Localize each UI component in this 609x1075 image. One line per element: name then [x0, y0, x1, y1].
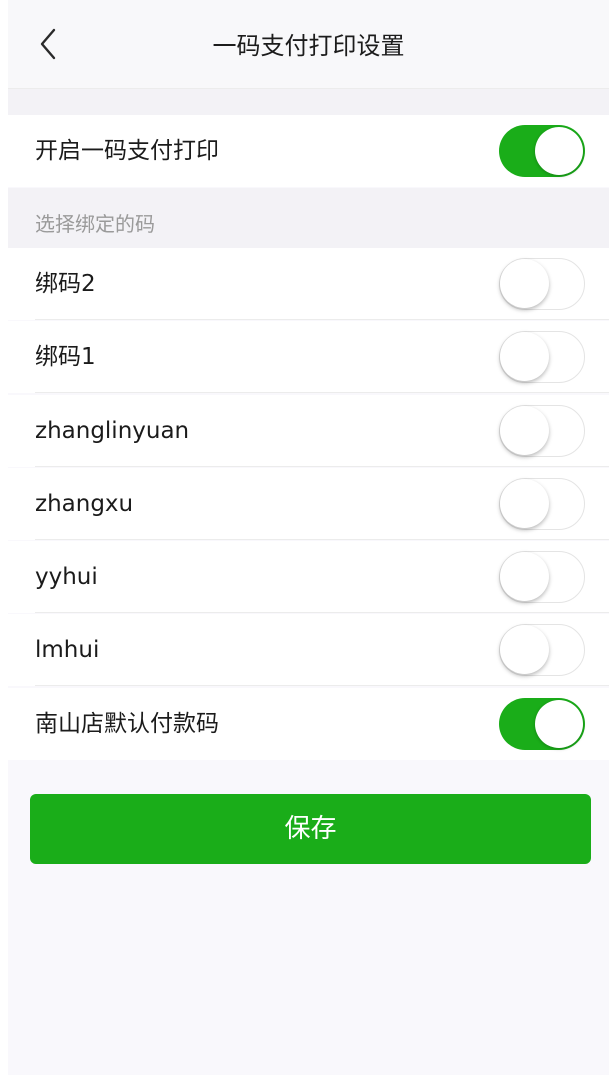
code-row: yyhui — [8, 541, 609, 613]
page-title: 一码支付打印设置 — [212, 32, 405, 60]
code-row: 南山店默认付款码 — [8, 688, 609, 760]
code-toggle-switch[interactable] — [499, 405, 585, 457]
divider — [35, 685, 609, 686]
spacer — [8, 89, 609, 115]
save-button[interactable]: 保存 — [30, 794, 591, 864]
code-row: zhanglinyuan — [8, 395, 609, 467]
code-label: lmhui — [35, 637, 100, 663]
switch-knob — [500, 552, 549, 601]
code-row: 绑码1 — [8, 321, 609, 393]
code-row: lmhui — [8, 614, 609, 686]
code-toggle-switch[interactable] — [499, 331, 585, 383]
master-toggle-row: 开启一码支付打印 — [8, 115, 609, 187]
master-toggle-label: 开启一码支付打印 — [35, 138, 219, 164]
code-row: 绑码2 — [8, 248, 609, 320]
code-label: 南山店默认付款码 — [35, 711, 219, 737]
switch-knob — [500, 259, 549, 308]
code-toggle-switch[interactable] — [499, 551, 585, 603]
code-label: zhangxu — [35, 491, 134, 517]
master-toggle-switch[interactable] — [499, 125, 585, 177]
divider — [35, 612, 609, 613]
code-label: yyhui — [35, 564, 98, 590]
code-label: 绑码2 — [35, 271, 96, 297]
divider — [35, 392, 609, 393]
code-toggle-switch[interactable] — [499, 478, 585, 530]
code-row: zhangxu — [8, 468, 609, 540]
switch-knob — [500, 479, 549, 528]
switch-knob — [500, 406, 549, 455]
switch-knob — [500, 625, 549, 674]
code-label: zhanglinyuan — [35, 418, 190, 444]
switch-knob — [535, 700, 583, 748]
switch-knob — [500, 332, 549, 381]
code-label: 绑码1 — [35, 344, 96, 370]
divider — [35, 466, 609, 467]
divider — [35, 539, 609, 540]
code-toggle-switch[interactable] — [499, 258, 585, 310]
section-header: 选择绑定的码 — [8, 188, 609, 248]
nav-bar: 一码支付打印设置 — [8, 0, 609, 89]
divider — [35, 319, 609, 320]
code-toggle-switch[interactable] — [499, 624, 585, 676]
switch-knob — [535, 127, 583, 175]
code-toggle-switch[interactable] — [499, 698, 585, 750]
page: 一码支付打印设置 开启一码支付打印 选择绑定的码 绑码2 绑码1 zhangli… — [8, 0, 609, 1075]
